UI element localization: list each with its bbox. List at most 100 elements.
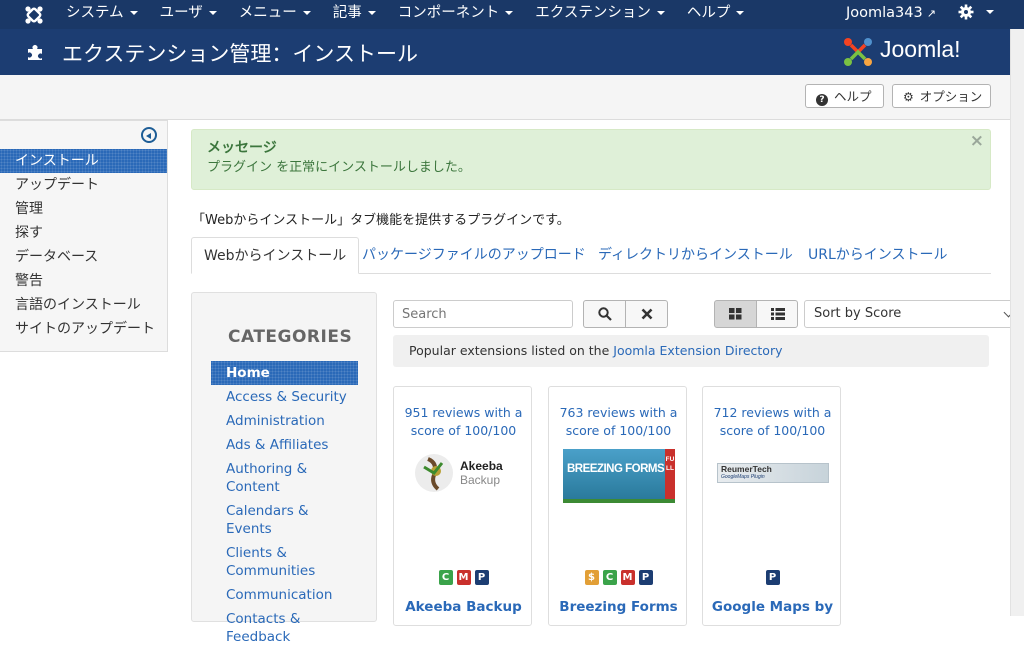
sidebar-item[interactable]: 探す [0, 221, 167, 245]
puzzle-icon [28, 45, 42, 60]
category-item[interactable]: Ads & Affiliates [211, 433, 358, 457]
sidebar: インストール アップデート 管理 探す データベース 警告 言語のインストール サイトのアップ… [0, 120, 168, 352]
user-name[interactable]: Joomla343 [846, 5, 923, 21]
sort-select[interactable]: Sort by Score [804, 300, 1024, 328]
nav-menu-label: ヘルプ [686, 5, 731, 21]
nav-menu-item[interactable]: コンポーネント [398, 0, 514, 29]
list-icon [771, 308, 785, 320]
extension-card[interactable]: 712 reviews with a score of 100/100 Reum… [702, 386, 841, 626]
badge-plugin: P [638, 570, 653, 585]
sidebar-item[interactable]: 言語のインストール [0, 293, 167, 317]
category-item[interactable]: Access & Security [211, 385, 358, 409]
chevron-down-icon [986, 10, 995, 14]
sidebar-item[interactable]: 管理 [0, 197, 167, 221]
nav-menu-item[interactable]: ヘルプ [687, 0, 745, 29]
card-reviews[interactable]: 951 reviews with a score of 100/100 [394, 404, 533, 440]
sidebar-menu: インストール アップデート 管理 探す データベース 警告 言語のインストール サイトのアップ… [0, 149, 167, 341]
category-item[interactable]: Home [211, 361, 358, 385]
options-button[interactable]: ⚙ オプション [892, 84, 991, 108]
card-badges: $ C M P [549, 570, 688, 585]
nav-menu-label: システム [66, 5, 124, 21]
chevron-down-icon [736, 11, 745, 15]
sidebar-item[interactable]: アップデート [0, 173, 167, 197]
category-item[interactable]: Contacts & Feedback [211, 607, 358, 649]
categories-heading: CATEGORIES [228, 327, 353, 347]
nav-menu-item[interactable]: 記事 [333, 0, 376, 29]
breezing-logo-tag: FULL [665, 449, 675, 499]
tab-install-from-url[interactable]: URLからインストール [808, 237, 948, 273]
joomla-logo-icon[interactable] [24, 5, 44, 25]
install-tabs: Webからインストール パッケージファイルのアップロード ディレクトリからインス… [191, 237, 991, 274]
nav-menu-label: 記事 [332, 5, 362, 21]
badge-module: M [620, 570, 635, 585]
plugin-description: 「Webからインストール」タブ機能を提供するプラグインです。 [192, 213, 570, 228]
gear-icon [958, 4, 974, 20]
chevron-down-icon [505, 11, 514, 15]
category-item[interactable]: Administration [211, 409, 358, 433]
akeeba-logo-title: Akeeba [460, 459, 503, 473]
category-item[interactable]: Communication [211, 583, 358, 607]
page-title: エクステンション管理：インストール [62, 42, 418, 66]
sidebar-item[interactable]: データベース [0, 245, 167, 269]
reumer-logo-subtitle: GoogleMaps Plugin [721, 474, 765, 480]
page-header: エクステンション管理：インストール Joomla! [0, 29, 1024, 75]
joomla-logo-icon [844, 38, 872, 66]
card-name[interactable]: Breezing Forms [549, 599, 688, 615]
nav-menu-item[interactable]: ユーザ [160, 0, 217, 29]
chevron-down-icon [656, 11, 665, 15]
tab-install-from-web[interactable]: Webからインストール [191, 237, 360, 274]
extension-card[interactable]: 951 reviews with a score of 100/100 Akee… [393, 386, 532, 626]
card-badges: P [703, 570, 842, 585]
nav-menu-label: コンポーネント [397, 5, 500, 21]
alert-heading: メッセージ [207, 140, 277, 156]
jed-link[interactable]: Joomla Extension Directory [613, 343, 782, 358]
grid-view-button[interactable] [714, 300, 757, 328]
user-link[interactable]: Joomla343 ↗ [846, 0, 936, 27]
card-name[interactable]: Google Maps by [703, 599, 842, 615]
categories-panel: CATEGORIES Home Access & Security Administ… [191, 292, 377, 645]
tab-install-from-directory[interactable]: ディレクトリからインストール [598, 237, 793, 273]
badge-plugin: P [474, 570, 489, 585]
nav-menu-label: エクステンション [535, 5, 651, 21]
help-button[interactable]: ? ヘルプ [805, 84, 884, 108]
nav-menu-item[interactable]: メニュー [239, 0, 311, 29]
extension-image[interactable]: BREEZING FORMS FULL [563, 449, 675, 503]
category-item[interactable]: Clients & Communities [211, 541, 358, 583]
nav-menu-label: ユーザ [159, 5, 203, 21]
question-circle-icon: ? [816, 94, 828, 106]
card-name[interactable]: Akeeba Backup [394, 599, 533, 615]
sidebar-item[interactable]: 警告 [0, 269, 167, 293]
search-button[interactable] [583, 300, 626, 328]
help-label: ヘルプ [834, 89, 872, 104]
extension-image[interactable]: Akeeba Backup [408, 449, 520, 499]
top-navbar: システム ユーザ メニュー 記事 コンポーネント エクステンション ヘルプ Joomla34… [0, 0, 1024, 29]
arrow-left-circle-icon[interactable] [141, 127, 157, 143]
page-scrollbar[interactable] [1010, 29, 1024, 616]
tab-upload-package[interactable]: パッケージファイルのアップロード [362, 237, 586, 273]
nav-menu-item[interactable]: エクステンション [535, 0, 665, 29]
nav-menu-item[interactable]: システム [66, 0, 138, 29]
sidebar-item[interactable]: サイトのアップデート [0, 317, 167, 341]
search-icon [598, 307, 612, 321]
card-badges: CMP [394, 570, 533, 585]
grid-icon [729, 308, 742, 320]
extension-card[interactable]: 763 reviews with a score of 100/100 BREE… [548, 386, 687, 626]
card-reviews[interactable]: 763 reviews with a score of 100/100 [549, 404, 688, 440]
chevron-down-icon [208, 11, 217, 15]
category-item[interactable]: Calendars & Events [211, 499, 358, 541]
settings-menu[interactable] [958, 4, 995, 20]
joomla-wordmark: Joomla! [880, 36, 961, 62]
card-reviews[interactable]: 712 reviews with a score of 100/100 [703, 404, 842, 440]
list-view-button[interactable] [756, 300, 798, 328]
sidebar-item[interactable]: インストール [0, 149, 167, 173]
clear-search-button[interactable] [625, 300, 668, 328]
search-input[interactable] [393, 300, 573, 328]
category-item[interactable]: Authoring & Content [211, 457, 358, 499]
popular-extensions-bar: Popular extensions listed on the Joomla … [393, 335, 989, 367]
badge-component: C [438, 570, 453, 585]
close-icon[interactable]: × [970, 131, 984, 151]
sort-value: Sort by Score [814, 306, 902, 321]
popular-text: Popular extensions listed on the [409, 343, 614, 358]
extension-image[interactable]: ReumerTech GoogleMaps Plugin [717, 463, 829, 483]
success-alert: メッセージ プラグイン を正常にインストールしました。 × [191, 129, 991, 190]
